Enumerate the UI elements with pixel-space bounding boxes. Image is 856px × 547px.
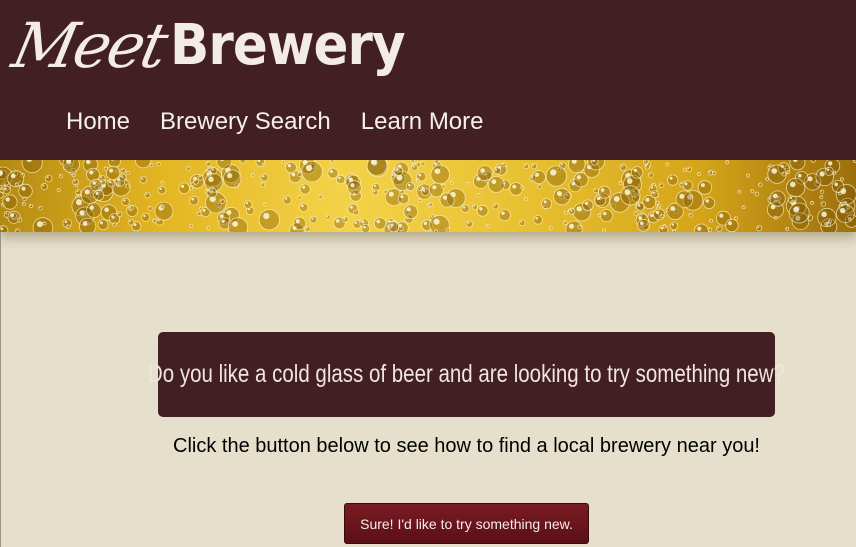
logo-script-text: Meet (6, 9, 172, 82)
left-border (0, 232, 1, 547)
try-something-new-button[interactable]: Sure! I'd like to try something new. (344, 503, 589, 544)
main-nav: Home Brewery Search Learn More (66, 106, 514, 138)
beer-bubbles-banner (0, 160, 856, 232)
logo-bold-text: Brewery (169, 13, 406, 78)
site-logo[interactable]: Meet Brewery (6, 6, 425, 82)
question-panel: Do you like a cold glass of beer and are… (148, 332, 785, 417)
bubbles-graphic (0, 160, 856, 232)
nav-link-brewery-search[interactable]: Brewery Search (160, 106, 331, 138)
site-header: Meet Brewery Home Brewery Search Learn M… (0, 0, 856, 160)
instruction-text: Click the button below to see how to fin… (173, 435, 760, 457)
question-text: Do you like a cold glass of beer and are… (147, 360, 786, 388)
nav-link-learn-more[interactable]: Learn More (361, 106, 484, 138)
nav-link-home[interactable]: Home (66, 106, 130, 138)
page: Meet Brewery Home Brewery Search Learn M… (0, 0, 856, 547)
